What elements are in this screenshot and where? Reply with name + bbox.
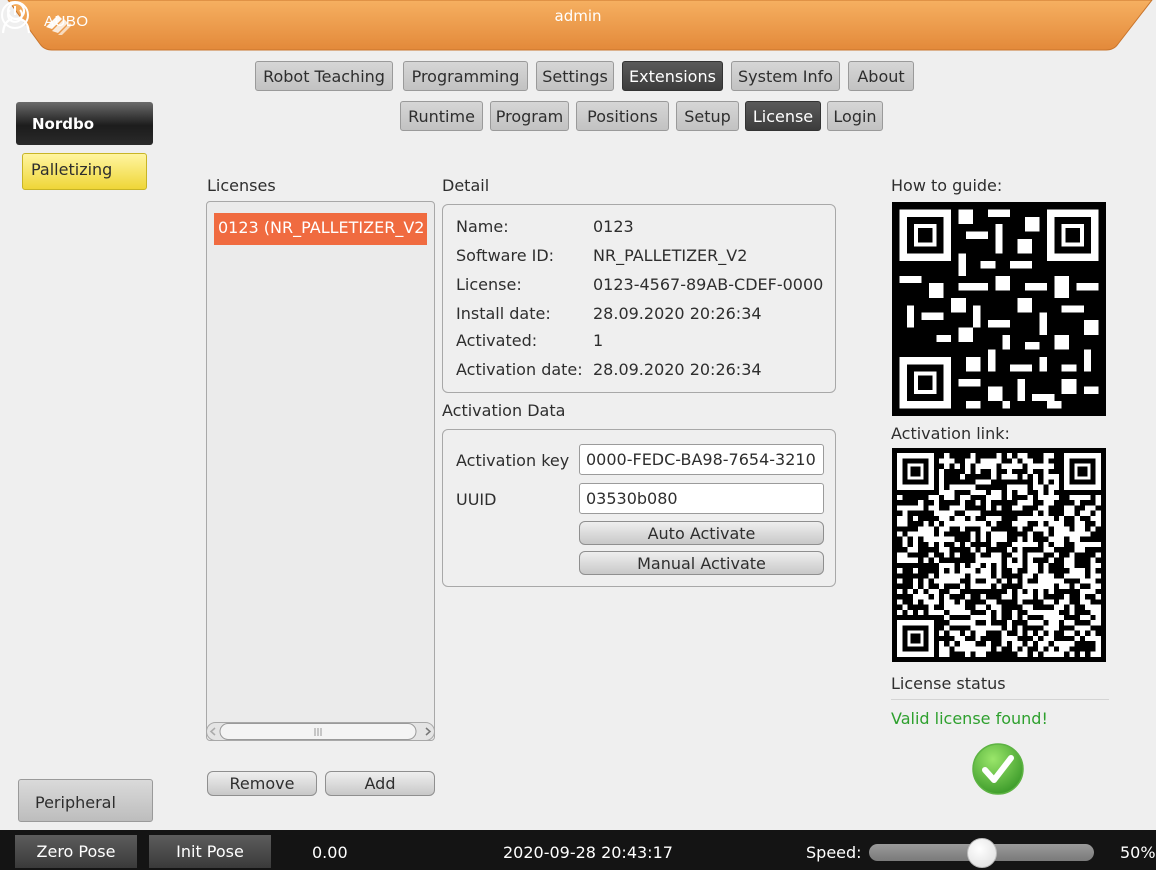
speed-slider[interactable] [869, 838, 1094, 868]
tab-programming[interactable]: Programming [403, 61, 528, 91]
activation-key-label: Activation key [456, 451, 570, 470]
activation-link-qr-code[interactable] [891, 448, 1107, 662]
how-to-guide-label: How to guide: [891, 176, 1003, 195]
detail-activation-date-value: 28.09.2020 20:26:34 [593, 360, 762, 379]
subtab-setup[interactable]: Setup [676, 101, 739, 131]
subtab-program[interactable]: Program [490, 101, 569, 131]
activation-key-field[interactable]: 0000-FEDC-BA98-7654-3210 [579, 444, 824, 475]
speed-label: Speed: [806, 843, 862, 862]
nav-peripheral[interactable]: Peripheral [18, 779, 153, 822]
detail-install-date-value: 28.09.2020 20:26:34 [593, 304, 762, 323]
detail-license-value: 0123-4567-89AB-CDEF-0000 [593, 275, 824, 294]
uuid-label: UUID [456, 490, 497, 509]
activation-link-label: Activation link: [891, 424, 1010, 443]
tab-system-info[interactable]: System Info [731, 61, 840, 91]
license-status-text: Valid license found! [891, 709, 1048, 728]
activation-title: Activation Data [442, 401, 566, 420]
auto-activate-button[interactable]: Auto Activate [579, 521, 824, 545]
tab-settings[interactable]: Settings [536, 61, 614, 91]
status-datetime: 2020-09-28 20:43:17 [503, 843, 673, 862]
licenses-list[interactable]: 0123 (NR_PALLETIZER_V2 [206, 201, 435, 741]
uuid-field[interactable]: 03530b080 [579, 483, 824, 514]
licenses-title: Licenses [207, 176, 276, 195]
license-list-item[interactable]: 0123 (NR_PALLETIZER_V2 [214, 213, 427, 245]
zero-pose-button[interactable]: Zero Pose [15, 835, 137, 868]
detail-title: Detail [442, 176, 490, 195]
subtab-positions[interactable]: Positions [576, 101, 669, 131]
detail-activated-value: 1 [593, 331, 604, 350]
window-title: admin [554, 7, 602, 25]
how-to-guide-qr-code[interactable] [891, 202, 1107, 416]
activation-box: Activation key 0000-FEDC-BA98-7654-3210 … [442, 429, 836, 587]
detail-activated-key: Activated: [456, 331, 538, 350]
detail-name-value: 0123 [593, 217, 634, 236]
status-value: 0.00 [312, 843, 348, 862]
power-icon[interactable] [0, 0, 30, 30]
status-divider [891, 699, 1109, 700]
nav-palletizing[interactable]: Palletizing [22, 153, 147, 190]
speed-slider-handle[interactable] [967, 838, 997, 868]
tab-robot-teaching[interactable]: Robot Teaching [255, 61, 393, 91]
detail-box: Name: 0123 Software ID: NR_PALLETIZER_V2… [442, 204, 836, 393]
detail-activation-date-key: Activation date: [456, 360, 583, 379]
licenses-horizontal-scrollbar[interactable] [206, 722, 435, 741]
subtab-license[interactable]: License [745, 101, 821, 131]
valid-checkmark-icon [972, 743, 1024, 795]
detail-software-id-key: Software ID: [456, 246, 555, 265]
detail-license-key: License: [456, 275, 522, 294]
nav-nordbo[interactable]: Nordbo [16, 102, 153, 145]
license-status-title: License status [891, 674, 1006, 693]
remove-button[interactable]: Remove [207, 771, 317, 796]
detail-name-key: Name: [456, 217, 509, 236]
tab-about[interactable]: About [848, 61, 914, 91]
detail-install-date-key: Install date: [456, 304, 551, 323]
init-pose-button[interactable]: Init Pose [149, 835, 271, 868]
speed-percent: 50% [1120, 843, 1156, 862]
detail-software-id-value: NR_PALLETIZER_V2 [593, 246, 748, 265]
manual-activate-button[interactable]: Manual Activate [579, 551, 824, 575]
subtab-login[interactable]: Login [827, 101, 883, 131]
add-button[interactable]: Add [325, 771, 435, 796]
tab-extensions[interactable]: Extensions [622, 61, 723, 91]
top-bar: AUBO admin [0, 0, 1156, 52]
subtab-runtime[interactable]: Runtime [400, 101, 483, 131]
